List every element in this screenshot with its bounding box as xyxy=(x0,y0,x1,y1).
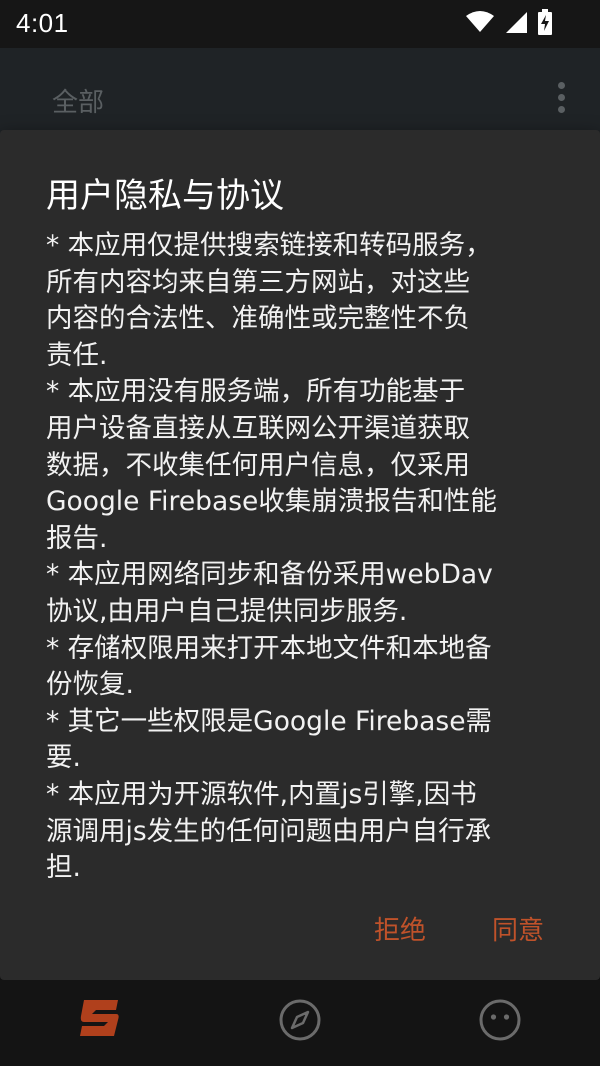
status-icons xyxy=(466,9,552,35)
face-icon xyxy=(479,999,521,1041)
wifi-icon xyxy=(466,11,494,32)
more-vert-icon[interactable] xyxy=(558,82,568,114)
screen: 4:01 全部 用户隐私与协议 * 本应用仅提供搜索链接和转码服务， 所有内容均… xyxy=(0,0,600,1066)
privacy-dialog: 用户隐私与协议 * 本应用仅提供搜索链接和转码服务， 所有内容均来自第三方网站，… xyxy=(0,130,600,980)
agree-button[interactable]: 同意 xyxy=(492,910,544,947)
nav-item-discover[interactable] xyxy=(278,998,322,1042)
group-title[interactable]: 全部 xyxy=(52,82,104,119)
compass-icon xyxy=(279,999,321,1041)
bottom-nav xyxy=(0,980,600,1066)
nav-item-bookshelf[interactable] xyxy=(78,998,122,1042)
status-bar: 4:01 xyxy=(0,0,600,48)
battery-charging-icon xyxy=(538,9,552,35)
dialog-actions: 拒绝 同意 xyxy=(374,910,544,947)
reject-button[interactable]: 拒绝 xyxy=(374,910,426,947)
cellular-signal-icon xyxy=(506,12,527,33)
dialog-title: 用户隐私与协议 xyxy=(46,176,284,216)
status-time: 4:01 xyxy=(16,8,69,38)
dialog-content: * 本应用仅提供搜索链接和转码服务， 所有内容均来自第三方网站，对这些 内容的合… xyxy=(46,230,497,884)
nav-item-mine[interactable] xyxy=(478,998,522,1042)
bookshelf-icon xyxy=(80,1000,119,1036)
